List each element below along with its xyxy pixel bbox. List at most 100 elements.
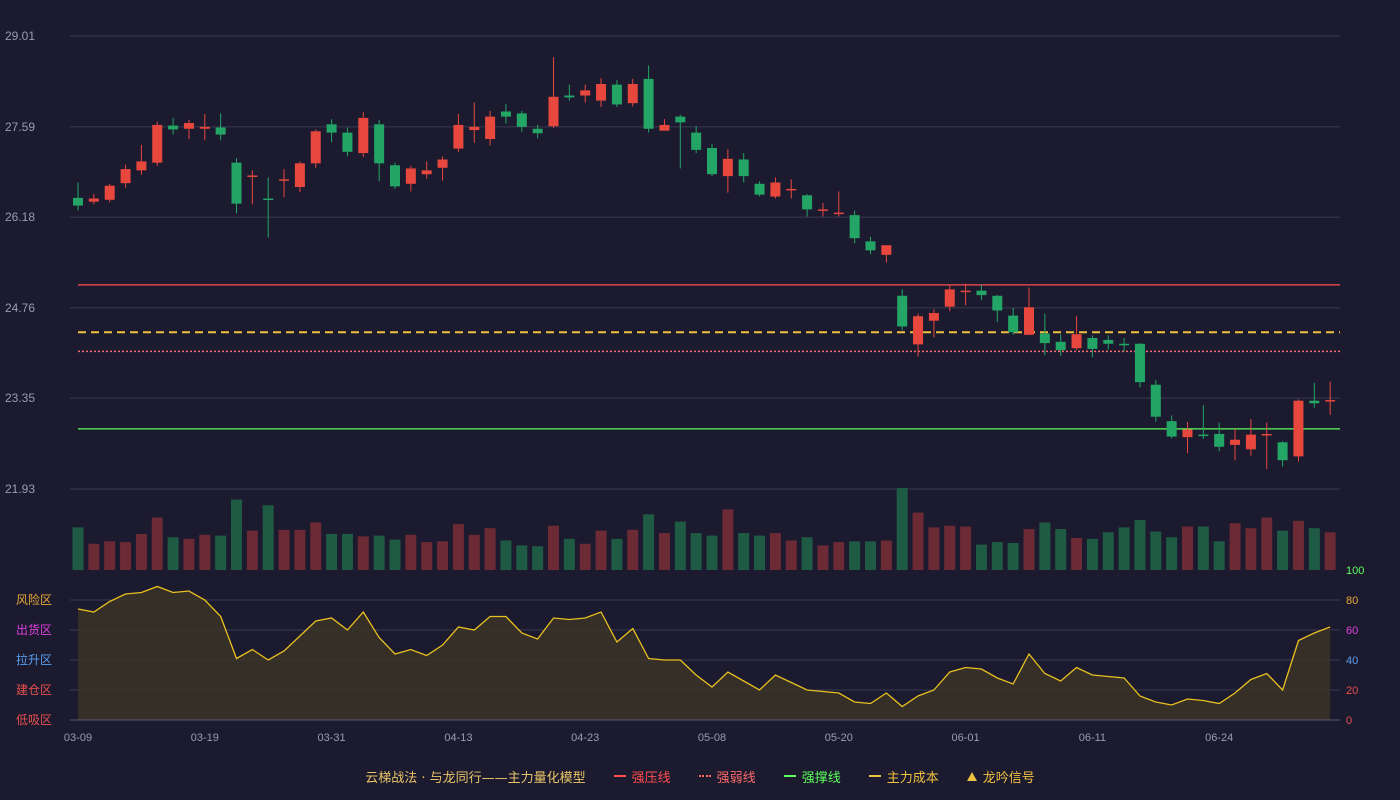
candle-body	[580, 90, 591, 96]
volume-bar	[611, 538, 623, 570]
candle-body	[247, 175, 258, 177]
candle-body	[1198, 434, 1209, 437]
solid-line-icon	[783, 775, 796, 777]
volume-bar	[769, 533, 781, 570]
candle-body	[643, 78, 654, 129]
volume-bar	[373, 535, 385, 570]
candle-body	[1166, 421, 1177, 437]
candle-body	[120, 169, 131, 184]
legend-item-dragon-signal[interactable]: 龙吟信号	[966, 767, 1035, 786]
candle-body	[1182, 429, 1193, 438]
volume-bar	[1197, 526, 1209, 570]
volume-bar	[88, 543, 100, 570]
volume-bar	[1102, 532, 1114, 570]
candle	[152, 121, 163, 166]
candle	[390, 162, 400, 189]
volume-bar	[1245, 528, 1257, 570]
candle-body	[1293, 400, 1304, 457]
price-tick-label: 24.76	[5, 301, 35, 315]
zone-label: 风险区	[16, 592, 52, 607]
indicator-tick-label: 80	[1346, 595, 1358, 607]
volume-bar	[516, 545, 528, 570]
candle	[1055, 334, 1066, 356]
candle-body	[707, 147, 717, 175]
candle	[1182, 421, 1193, 454]
volume-bar	[1118, 527, 1130, 570]
candle-body	[928, 313, 939, 321]
candle-body	[532, 128, 543, 134]
date-tick-label: 06-01	[952, 732, 980, 744]
candle	[738, 153, 749, 183]
date-tick-label: 06-24	[1205, 732, 1233, 744]
candle	[136, 144, 147, 175]
candle	[1103, 335, 1114, 350]
candle	[707, 144, 717, 177]
volume-bar	[532, 546, 544, 570]
candle	[199, 114, 210, 141]
volume-bar	[120, 542, 132, 570]
candle	[168, 117, 179, 135]
candle	[405, 165, 416, 192]
zone-label: 低吸区	[16, 713, 52, 727]
volume-bar	[1086, 538, 1098, 570]
candle-body	[469, 126, 480, 131]
candle	[485, 110, 496, 146]
candle-body	[152, 124, 163, 163]
candle-body	[453, 124, 464, 149]
volume-bar	[1277, 530, 1289, 570]
price-tick-label: 29.01	[5, 29, 35, 43]
candle-body	[865, 241, 876, 251]
candle	[596, 78, 607, 108]
candle-body	[405, 168, 416, 184]
candle-body	[596, 83, 607, 101]
volume-bar	[754, 535, 766, 570]
candle-body	[136, 161, 147, 171]
candle-body	[1245, 434, 1256, 450]
zone-label: 出货区	[16, 622, 52, 637]
candle	[1039, 313, 1050, 356]
price-tick-label: 23.35	[5, 391, 35, 405]
candle	[104, 183, 115, 203]
candle	[564, 84, 575, 101]
candle-body	[722, 158, 733, 177]
volume-bar	[548, 525, 559, 570]
volume-bar	[975, 544, 987, 570]
volume-bar	[468, 534, 480, 570]
date-tick-label: 03-31	[318, 732, 346, 744]
candle-body	[564, 95, 575, 98]
date-tick-label: 03-09	[64, 732, 92, 744]
volume-bar	[1308, 528, 1320, 570]
candle	[881, 245, 892, 263]
volume-bar	[104, 541, 116, 570]
candle-body	[992, 295, 1003, 311]
candle-body	[279, 179, 290, 181]
candle	[421, 161, 432, 179]
candle-body	[833, 212, 844, 215]
volume-bar	[563, 538, 575, 570]
candle	[611, 80, 622, 108]
candle	[1198, 405, 1209, 440]
candle	[1214, 422, 1225, 452]
legend-item-strong-weak[interactable]: 强弱线	[698, 767, 756, 786]
candle	[88, 194, 99, 205]
volume-bar	[1261, 517, 1273, 570]
candle-body	[881, 245, 892, 255]
legend-item-main-cost[interactable]: 主力成本	[868, 767, 939, 786]
date-tick-label: 04-13	[444, 732, 472, 744]
candle-body	[88, 198, 99, 202]
price-tick-label: 27.59	[5, 120, 35, 134]
legend-item-strong-support[interactable]: 强撑线	[783, 767, 841, 786]
candle	[231, 158, 242, 214]
volume-bar	[1071, 538, 1083, 570]
candle-body	[770, 182, 781, 197]
candle	[263, 177, 274, 238]
legend-item-strong-pressure[interactable]: 强压线	[613, 767, 671, 786]
candle	[374, 119, 385, 182]
candle	[342, 127, 353, 157]
volume-bar	[627, 529, 639, 570]
candle	[1119, 338, 1130, 352]
candle-body	[913, 316, 924, 345]
volume-bar	[1229, 523, 1241, 570]
candle	[802, 194, 813, 217]
volume-bar	[421, 542, 433, 570]
